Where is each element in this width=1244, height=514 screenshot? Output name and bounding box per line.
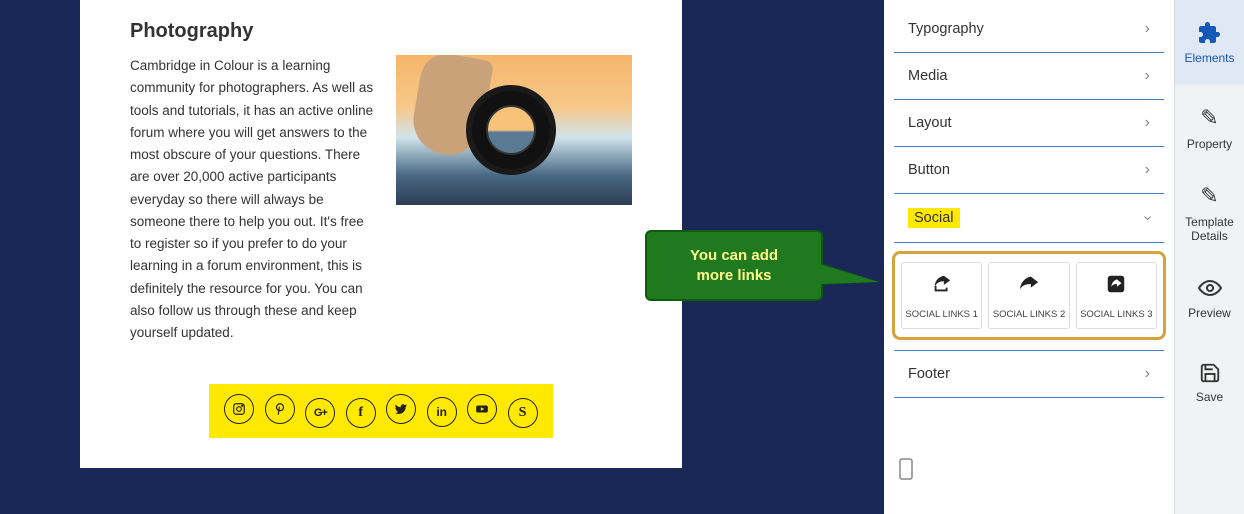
social-links-1-tile[interactable]: SOCIAL LINKS 1 <box>901 262 982 329</box>
pencil-icon: ✎ <box>1200 105 1218 131</box>
social-tiles-container: SOCIAL LINKS 1 SOCIAL LINKS 2 SOCIAL LIN… <box>892 251 1166 340</box>
content-heading: Photography <box>130 20 632 43</box>
share-box-icon <box>902 273 981 301</box>
tile-label: SOCIAL LINKS 2 <box>993 309 1066 320</box>
canvas-area: Photography Cambridge in Colour is a lea… <box>0 0 884 514</box>
callout-line2: more links <box>657 266 811 286</box>
panel-label: Typography <box>908 21 984 37</box>
chevron-right-icon: › <box>1145 161 1150 179</box>
panel-label: Layout <box>908 115 952 131</box>
tool-label: Elements <box>1184 51 1234 65</box>
panel-label: Footer <box>908 366 950 382</box>
social-icons-highlight: G+ f in S <box>209 384 552 438</box>
tile-label: SOCIAL LINKS 1 <box>905 309 978 320</box>
elements-panel: Typography › Media › Layout › Button › S… <box>884 0 1174 514</box>
puzzle-icon <box>1198 21 1222 45</box>
tool-label: Save <box>1196 390 1223 404</box>
tool-label: Preview <box>1188 306 1231 320</box>
panel-section-media[interactable]: Media › <box>894 53 1164 100</box>
panel-section-footer[interactable]: Footer › <box>894 350 1164 398</box>
social-icons-row: G+ f in S <box>130 384 632 438</box>
share-arrow-icon <box>989 273 1068 301</box>
panel-label: Media <box>908 68 948 84</box>
instagram-icon[interactable] <box>224 394 254 424</box>
annotation-callout: You can add more links <box>645 230 823 301</box>
chevron-down-icon: › <box>1138 215 1156 220</box>
social-links-2-tile[interactable]: SOCIAL LINKS 2 <box>988 262 1069 329</box>
panel-label: Button <box>908 162 950 178</box>
content-card: Photography Cambridge in Colour is a lea… <box>80 0 682 468</box>
tool-preview[interactable]: Preview <box>1175 255 1244 340</box>
panel-section-social[interactable]: Social › <box>894 194 1164 243</box>
chevron-right-icon: › <box>1145 114 1150 132</box>
skype-icon[interactable]: S <box>508 398 538 428</box>
right-toolbar: Elements ✎ Property ✎ Template Details P… <box>1174 0 1244 514</box>
tool-template-details[interactable]: ✎ Template Details <box>1175 170 1244 255</box>
content-image <box>396 55 632 205</box>
tool-label: Property <box>1187 137 1232 151</box>
panel-section-layout[interactable]: Layout › <box>894 100 1164 147</box>
twitter-icon[interactable] <box>386 394 416 424</box>
panel-label: Social <box>914 210 954 226</box>
social-links-3-tile[interactable]: SOCIAL LINKS 3 <box>1076 262 1157 329</box>
share-square-icon <box>1077 273 1156 301</box>
chevron-right-icon: › <box>1145 67 1150 85</box>
save-icon <box>1199 362 1221 384</box>
callout-arrow-icon <box>819 264 879 284</box>
tool-elements[interactable]: Elements <box>1175 0 1244 85</box>
content-paragraph: Cambridge in Colour is a learning commun… <box>130 55 378 344</box>
pencil-icon: ✎ <box>1200 183 1218 209</box>
tool-property[interactable]: ✎ Property <box>1175 85 1244 170</box>
chevron-right-icon: › <box>1145 20 1150 38</box>
facebook-icon[interactable]: f <box>346 398 376 428</box>
chevron-right-icon: › <box>1145 365 1150 383</box>
googleplus-icon[interactable]: G+ <box>305 398 335 428</box>
pinterest-icon[interactable] <box>265 394 295 424</box>
eye-icon <box>1198 276 1222 300</box>
callout-line1: You can add <box>657 246 811 266</box>
linkedin-icon[interactable]: in <box>427 397 457 427</box>
tool-label: Template Details <box>1179 215 1240 243</box>
panel-section-button[interactable]: Button › <box>894 147 1164 194</box>
device-preview-icon[interactable] <box>898 458 1160 480</box>
youtube-icon[interactable] <box>467 394 497 424</box>
tool-save[interactable]: Save <box>1175 340 1244 425</box>
panel-section-typography[interactable]: Typography › <box>894 6 1164 53</box>
content-body: Cambridge in Colour is a learning commun… <box>130 55 632 344</box>
tile-label: SOCIAL LINKS 3 <box>1080 309 1153 320</box>
